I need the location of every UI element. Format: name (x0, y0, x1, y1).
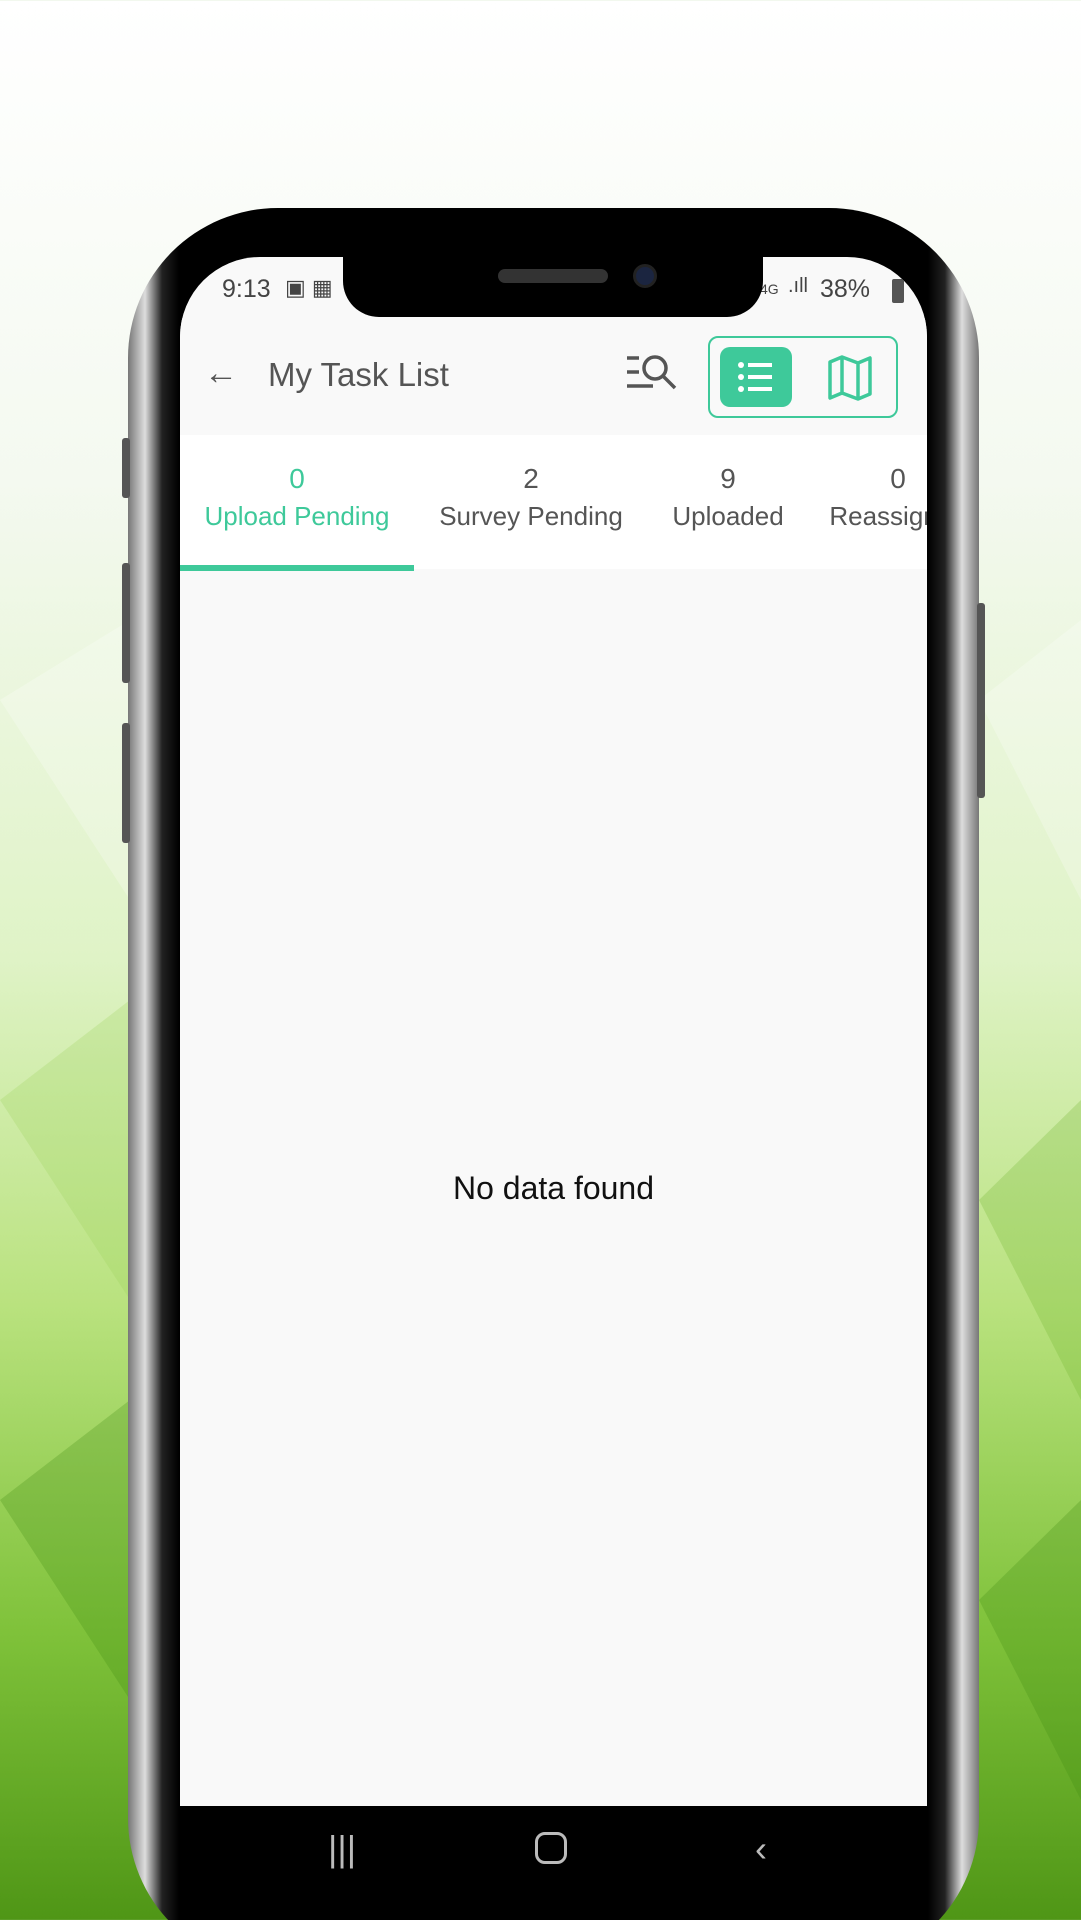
tab-upload-pending[interactable]: 0 Upload Pending (180, 435, 414, 569)
battery-level: 38% (820, 275, 871, 303)
back-button[interactable]: ← (204, 354, 238, 393)
camera-icon (633, 264, 657, 288)
empty-state-message: No data found (452, 1170, 655, 1206)
filter-search-icon[interactable] (625, 348, 681, 398)
tab-survey-pending[interactable]: 2 Survey Pending (414, 435, 648, 569)
active-tab-indicator (180, 565, 414, 571)
page-title: My Task List (268, 356, 449, 393)
system-nav-bar: ||| ‹ (180, 1806, 927, 1897)
status-tabs: 0 Upload Pending 2 Survey Pending 9 Uploade… (180, 435, 927, 571)
view-toggle (708, 336, 898, 418)
notch (343, 257, 763, 317)
list-view-button[interactable] (720, 347, 792, 407)
signal-icon: .ıll (788, 275, 808, 297)
back-nav-icon[interactable]: ‹ (755, 1828, 767, 1870)
gallery-notification-icon: ▣ ▦ (285, 275, 333, 300)
app-screen: 9:13 ▣ ▦ 4G .ıll 38% ← My Task List 0 Upl… (180, 257, 927, 1897)
recent-apps-icon[interactable]: ||| (328, 1828, 356, 1870)
map-view-button[interactable] (826, 354, 874, 402)
app-header: ← My Task List (180, 318, 927, 435)
status-time: 9:13 (222, 275, 271, 303)
tab-reassigned[interactable]: 0Reassigned (828, 435, 927, 569)
home-icon[interactable] (535, 1832, 567, 1864)
tab-uploaded[interactable]: 9 Uploaded (648, 435, 808, 569)
list-icon (738, 362, 772, 392)
battery-icon (892, 279, 904, 303)
